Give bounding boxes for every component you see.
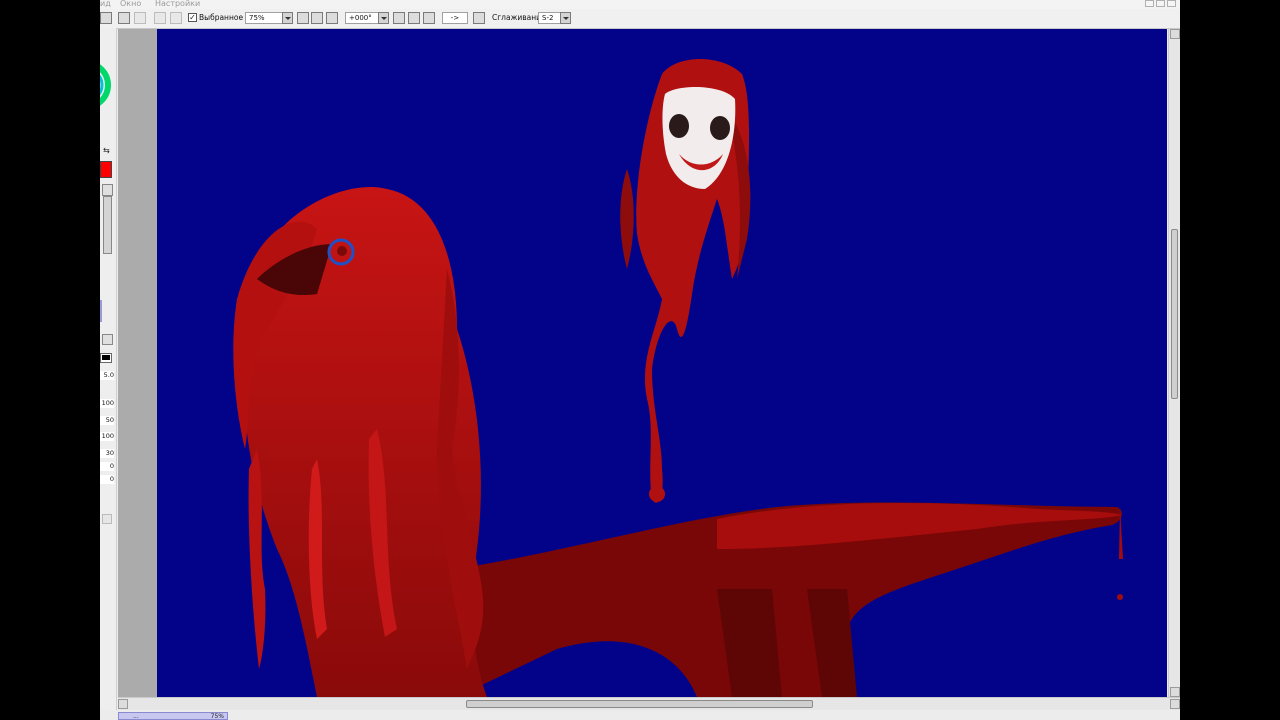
select-all-icon[interactable] (134, 12, 146, 24)
drawing-canvas[interactable] (157, 29, 1167, 697)
smoothing-dropdown-arrow[interactable] (560, 12, 571, 24)
scroll-left-button[interactable] (118, 699, 128, 709)
brush-size-value[interactable]: 5.0 (100, 371, 114, 380)
smoothing-field[interactable]: S-2 (538, 12, 562, 24)
canvas-viewport[interactable] (118, 29, 1167, 697)
primary-color-swatch[interactable] (100, 161, 112, 178)
minimize-button[interactable] (1145, 0, 1154, 7)
zoom-out-icon[interactable] (297, 12, 309, 24)
selection-edges-icon[interactable] (170, 12, 182, 24)
toolbar: ✓ Выбранное 75% +000° -> Сглаживание S-2 (100, 9, 1180, 29)
slider-up-button[interactable] (102, 184, 113, 196)
panel-toggle-button[interactable] (102, 514, 112, 524)
min-size-value[interactable]: 0 (100, 462, 114, 471)
vertical-scrollbar[interactable] (1168, 29, 1180, 697)
scroll-up-button[interactable] (1170, 29, 1180, 39)
rotation-dropdown-arrow[interactable] (378, 12, 389, 24)
rotation-reset-icon[interactable] (423, 12, 435, 24)
menu-item-settings[interactable]: Настройки (155, 0, 200, 8)
menu-item-window[interactable]: Окно (120, 0, 141, 8)
rotate-left-icon[interactable] (393, 12, 405, 24)
swap-colors-icon[interactable]: ⇆ (103, 146, 110, 155)
brush-density-value[interactable]: 100 (100, 399, 114, 408)
window-controls (1145, 0, 1176, 8)
slider-track[interactable] (103, 196, 112, 254)
persistence-value[interactable]: 30 (100, 449, 114, 458)
document-tab-name: ... (133, 713, 139, 720)
color-wheel-icon[interactable] (100, 28, 116, 128)
flip-horizontal-button[interactable]: -> (442, 12, 468, 24)
brush-shape-icon[interactable] (100, 353, 112, 363)
deselect-icon[interactable] (118, 12, 130, 24)
maximize-button[interactable] (1156, 0, 1165, 7)
panel-divider (100, 300, 102, 322)
close-button[interactable] (1167, 0, 1176, 7)
zoom-field[interactable]: 75% (245, 12, 287, 24)
status-bar: ... 75% (100, 710, 1180, 720)
vertical-scroll-thumb[interactable] (1171, 229, 1178, 399)
horizontal-scrollbar[interactable] (118, 697, 1180, 710)
app-window: ид Окно Настройки ✓ Выбранное 75% +000° … (100, 0, 1180, 720)
dropdown-toggle-icon[interactable] (100, 12, 112, 24)
scroll-down-button[interactable] (1170, 687, 1180, 697)
artwork-illustration (233, 59, 1123, 697)
selection-checkbox[interactable]: ✓ (188, 13, 197, 22)
selection-checkbox-label: Выбранное (199, 13, 244, 22)
zoom-dropdown-arrow[interactable] (282, 12, 293, 24)
scroll-right-button[interactable] (1170, 699, 1180, 709)
horizontal-scroll-thumb[interactable] (466, 700, 813, 708)
menu-bar: ид Окно Настройки (100, 0, 1180, 9)
blending-value[interactable]: 50 (100, 416, 114, 425)
dilution-value[interactable]: 100 (100, 432, 114, 441)
menu-item-layer[interactable]: ид (100, 0, 111, 8)
stabilizer-icon[interactable] (473, 12, 485, 24)
tool-panel: ⇆ 5.0 100 50 100 30 0 0 (100, 28, 117, 720)
zoom-in-icon[interactable] (311, 12, 323, 24)
document-tab-zoom: 75% (210, 713, 224, 720)
min-density-value[interactable]: 0 (100, 475, 114, 484)
document-tab[interactable]: ... 75% (118, 712, 228, 720)
slider-down-button[interactable] (102, 334, 113, 345)
rotation-field[interactable]: +000° (345, 12, 381, 24)
invert-selection-icon[interactable] (154, 12, 166, 24)
rotate-right-icon[interactable] (408, 12, 420, 24)
zoom-reset-icon[interactable] (326, 12, 338, 24)
